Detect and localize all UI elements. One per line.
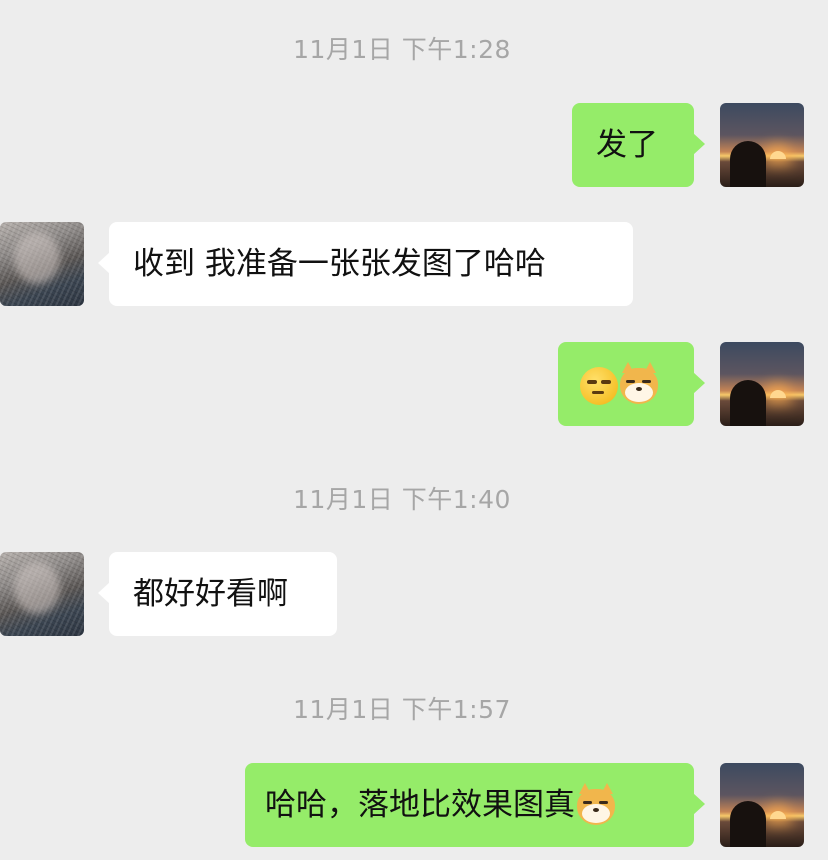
message-bubble-self[interactable]: 发了 [572, 103, 705, 187]
message-text: 哈哈，落地比效果图真 [265, 787, 575, 823]
timestamp: 11月1日 下午1:28 [293, 35, 511, 64]
self-avatar[interactable] [720, 763, 804, 847]
silhouette-icon [730, 380, 766, 426]
sunset-icon [770, 390, 786, 398]
doge-emoji-icon [577, 782, 615, 825]
self-avatar[interactable] [720, 103, 804, 187]
silhouette-icon [730, 801, 766, 847]
message-text: 发了 [596, 127, 658, 163]
smirk-face-emoji-icon [580, 366, 618, 405]
message-text: 收到 我准备一张张发图了哈哈 [133, 246, 546, 282]
timestamp: 11月1日 下午1:40 [293, 485, 511, 514]
contact-avatar[interactable] [0, 552, 84, 636]
message-bubble-self[interactable] [558, 342, 705, 426]
sunset-icon [770, 811, 786, 819]
self-avatar[interactable] [720, 342, 804, 426]
message-bubble-self[interactable]: 哈哈，落地比效果图真 [245, 763, 705, 847]
message-bubble-other[interactable]: 都好好看啊 [98, 552, 337, 636]
contact-avatar[interactable] [0, 222, 84, 306]
doge-emoji-icon [620, 361, 658, 404]
message-text: 都好好看啊 [133, 576, 288, 612]
message-bubble-other[interactable]: 收到 我准备一张张发图了哈哈 [98, 222, 633, 306]
silhouette-icon [730, 141, 766, 187]
timestamp: 11月1日 下午1:57 [293, 695, 511, 724]
sunset-icon [770, 151, 786, 159]
